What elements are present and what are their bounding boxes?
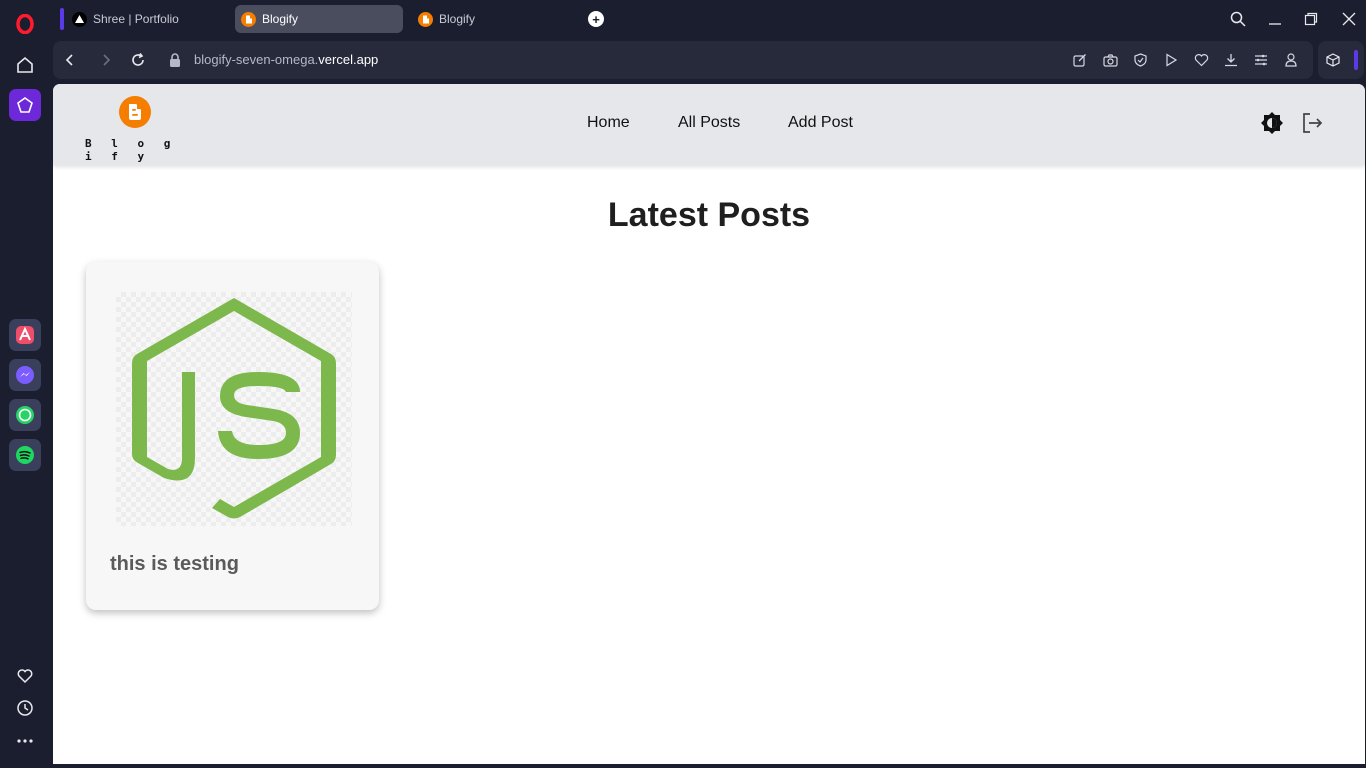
camera-icon[interactable] [1102, 52, 1118, 68]
logout-icon[interactable] [1301, 112, 1325, 136]
extensions-box [1318, 41, 1364, 79]
home-icon[interactable] [9, 49, 41, 81]
tab-portfolio[interactable]: Shree | Portfolio [60, 5, 230, 33]
tab-title: Shree | Portfolio [93, 12, 179, 26]
heart-icon[interactable] [9, 660, 41, 692]
tab-group-indicator [60, 8, 64, 30]
address-bar: blogify-seven-omega.vercel.app [53, 41, 1313, 79]
tab-blogify[interactable]: Blogify [412, 5, 582, 33]
browser-sidebar [0, 0, 50, 768]
page-title: Latest Posts [607, 196, 811, 234]
site-header: B l o g i f y Home All Posts Add Post [53, 84, 1365, 165]
tab-blogify-active[interactable]: Blogify [235, 5, 403, 33]
url-domain: vercel.app [318, 52, 379, 67]
post-card[interactable]: this is testing [86, 262, 379, 610]
post-image [116, 292, 352, 526]
reload-icon[interactable] [129, 51, 147, 69]
player-icon[interactable] [1163, 52, 1179, 68]
history-icon[interactable] [9, 692, 41, 724]
whatsapp-icon[interactable] [9, 399, 41, 431]
easy-setup-icon[interactable] [1253, 52, 1269, 68]
more-icon[interactable] [9, 725, 41, 757]
spaces-icon[interactable] [9, 89, 41, 121]
blogger-favicon-icon [418, 11, 433, 27]
blogger-favicon-icon [241, 11, 256, 27]
tab-title: Blogify [262, 12, 299, 26]
sidebar-accent-bar [1354, 50, 1358, 70]
back-icon[interactable] [61, 51, 79, 69]
post-title[interactable]: this is testing [110, 553, 239, 576]
url-prefix: blogify-seven-omega. [194, 52, 319, 67]
opera-logo-icon[interactable] [9, 8, 41, 40]
lock-icon[interactable] [166, 51, 184, 69]
page-viewport: B l o g i f y Home All Posts Add Post La… [53, 84, 1365, 764]
nav-add-post[interactable]: Add Post [788, 114, 853, 132]
edit-page-icon[interactable] [1072, 52, 1088, 68]
profile-icon[interactable] [1283, 52, 1299, 68]
pinboard-heart-icon[interactable] [1193, 52, 1209, 68]
search-tabs-icon[interactable] [1228, 9, 1248, 29]
nav-home[interactable]: Home [587, 114, 630, 132]
aria-icon[interactable] [9, 319, 41, 351]
url-field[interactable]: blogify-seven-omega.vercel.app [194, 52, 378, 67]
extensions-cube-icon[interactable] [1325, 52, 1341, 68]
logo-text: B l o g i f y [85, 137, 177, 163]
close-window-icon[interactable] [1339, 9, 1359, 29]
new-tab-button[interactable]: + [588, 11, 604, 27]
forward-icon[interactable] [97, 51, 115, 69]
site-logo[interactable]: B l o g i f y [85, 96, 181, 163]
nav-all-posts[interactable]: All Posts [678, 114, 740, 132]
minimize-icon[interactable] [1265, 9, 1285, 29]
download-icon[interactable] [1223, 52, 1239, 68]
nodejs-logo-icon [132, 298, 336, 519]
tab-strip: Shree | Portfolio Blogify Blogify + [50, 0, 1366, 38]
spotify-icon[interactable] [9, 439, 41, 471]
shield-icon[interactable] [1132, 52, 1148, 68]
restore-icon[interactable] [1301, 9, 1321, 29]
tab-title: Blogify [439, 12, 476, 26]
messenger-icon[interactable] [9, 359, 41, 391]
theme-toggle-icon[interactable] [1260, 111, 1284, 135]
vercel-favicon-icon [72, 11, 87, 27]
blogger-logo-icon [119, 96, 151, 128]
